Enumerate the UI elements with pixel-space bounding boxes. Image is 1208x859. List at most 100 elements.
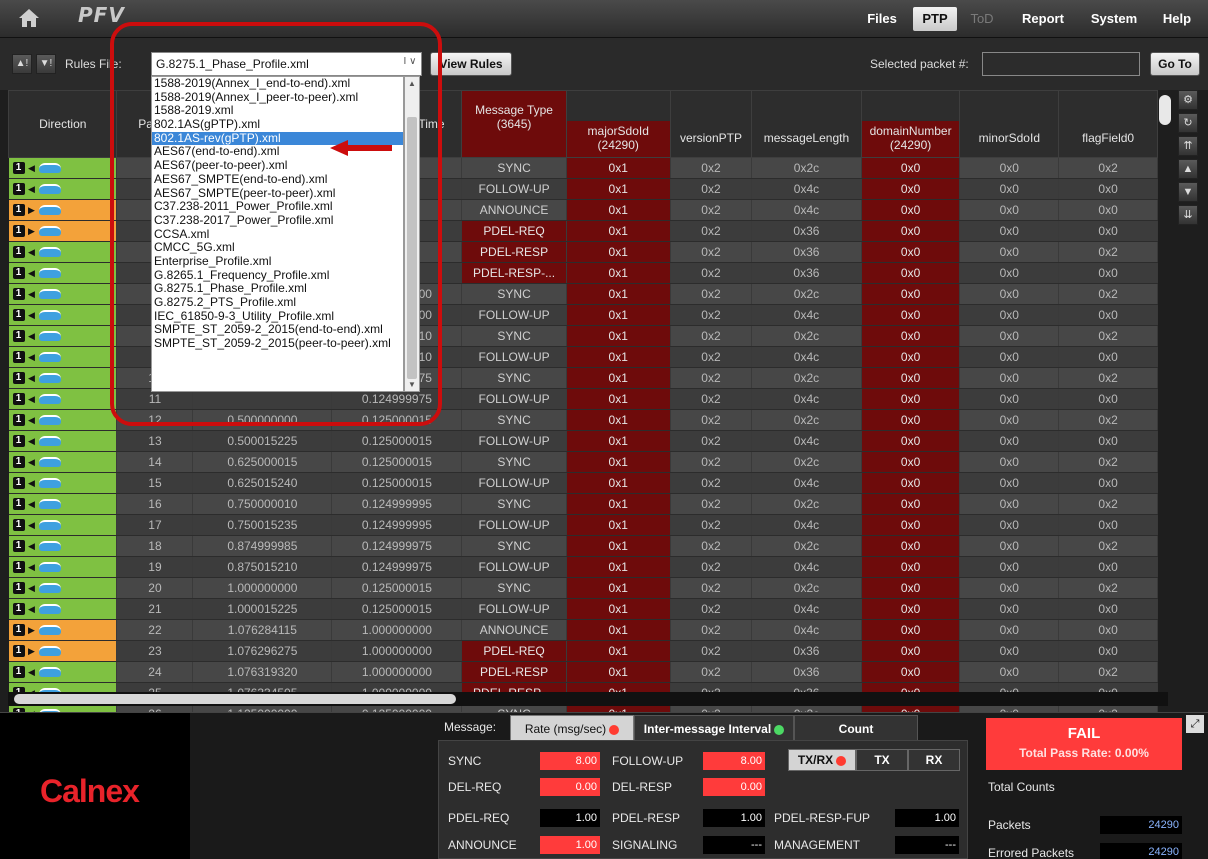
majorsdoid-cell: 0x1 (566, 241, 671, 263)
minorsdoid-cell: 0x0 (959, 367, 1060, 389)
menu-report[interactable]: Report (1010, 7, 1076, 31)
rx-button[interactable]: RX (908, 749, 960, 771)
message-type: FOLLOW-UP (461, 388, 567, 410)
messagelength-cell: 0x36 (751, 220, 862, 242)
messagelength-cell: 0x2c (751, 367, 862, 389)
scroll-top-icon[interactable]: ⇈ (1178, 136, 1198, 156)
direction-cell: 1◀ (8, 430, 118, 452)
column-settings-icon[interactable]: ⚙ (1178, 90, 1198, 110)
table-row[interactable]: 1 ▶ 23 1.076296275 1.000000000 PDEL-REQ 0x1 0x2… (8, 640, 1158, 662)
message-type: FOLLOW-UP (461, 346, 567, 368)
expand-icon[interactable]: ⤢ (1186, 715, 1204, 733)
header-flagfield0[interactable]: flagField0 (1058, 90, 1158, 158)
header-message-type-count: (3645) (496, 117, 532, 131)
header-domainnumber-count: (24290) (889, 138, 932, 152)
table-row[interactable]: 1 ◀ 17 0.750015235 0.124999995 FOLLOW-UP 0x1 0x… (8, 514, 1158, 536)
table-row[interactable]: 1 ◀ 20 1.000000000 0.125000015 SYNC 0x1 0x2 0x2c… (8, 577, 1158, 599)
inter-message-time: 0.125000015 (331, 577, 463, 599)
header-majorsdoid[interactable]: majorSdoId (24290) (565, 90, 671, 158)
signaling-rate: --- (703, 836, 765, 854)
direction-cell: 1◀ (8, 535, 118, 557)
pdelreq-label: PDEL-REQ (448, 811, 510, 825)
network-cloud-icon (38, 646, 61, 656)
tab-inter-message-interval[interactable]: Inter-message Interval (634, 715, 794, 741)
selected-packet-input[interactable] (982, 52, 1140, 76)
menu-files[interactable]: Files (858, 7, 906, 31)
header-versionptp[interactable]: versionPTP (669, 90, 753, 158)
refresh-icon[interactable]: ↻ (1178, 113, 1198, 133)
view-rules-button[interactable]: View Rules (430, 52, 512, 76)
message-type: FOLLOW-UP (461, 514, 567, 536)
direction-arrow-icon: ▶ (28, 624, 35, 635)
menu-help[interactable]: Help (1152, 7, 1202, 31)
tx-button[interactable]: TX (856, 749, 908, 771)
versionptp-cell: 0x2 (670, 388, 753, 410)
txrx-button[interactable]: TX/RX (788, 749, 856, 771)
port-number-icon: 1 (12, 624, 25, 636)
table-row[interactable]: 1 ◀ 18 0.874999985 0.124999975 SYNC 0x1 0x2 0x2c… (8, 535, 1158, 557)
majorsdoid-cell: 0x1 (566, 304, 671, 326)
go-to-button[interactable]: Go To (1150, 52, 1200, 76)
scroll-down-icon[interactable]: ▼ (1178, 182, 1198, 202)
message-type: SYNC (461, 367, 567, 389)
table-row[interactable]: 1 ◀ 13 0.500015225 0.125000015 FOLLOW-UP 0x1 0x… (8, 430, 1158, 452)
scroll-up-icon[interactable]: ▲ (1178, 159, 1198, 179)
direction-cell: 1◀ (8, 325, 118, 347)
packet-time: 0.500015225 (192, 430, 333, 452)
table-row[interactable]: 1 ◀ 19 0.875015210 0.124999975 FOLLOW-UP 0x1 0x… (8, 556, 1158, 578)
menu-system[interactable]: System (1080, 7, 1148, 31)
management-rate: --- (895, 836, 959, 854)
messagelength-cell: 0x4c (751, 514, 862, 536)
header-messagelength[interactable]: messageLength (751, 90, 862, 158)
minorsdoid-cell: 0x0 (959, 451, 1060, 473)
table-row[interactable]: 1 ◀ 16 0.750000010 0.124999995 SYNC 0x1 0x2 0x2c… (8, 493, 1158, 515)
network-cloud-icon (38, 373, 61, 383)
flagfield0-cell: 0x0 (1058, 220, 1158, 242)
port-number-icon: 1 (12, 603, 25, 615)
header-domainnumber[interactable]: domainNumber (24290) (860, 90, 961, 158)
table-row[interactable]: 1 ◀ 21 1.000015225 0.125000015 FOLLOW-UP 0x1 0x… (8, 598, 1158, 620)
table-row[interactable]: 1 ▶ 22 1.076284115 1.000000000 ANNOUNCE 0x1 0x2… (8, 619, 1158, 641)
prev-error-button[interactable]: ▲! (12, 54, 32, 74)
vertical-scrollbar[interactable] (1159, 95, 1171, 125)
next-error-button[interactable]: ▼! (36, 54, 56, 74)
packet-number: 19 (116, 556, 194, 578)
flagfield0-cell: 0x2 (1058, 577, 1158, 599)
flagfield0-cell: 0x0 (1058, 430, 1158, 452)
table-row[interactable]: 1 ◀ 15 0.625015240 0.125000015 FOLLOW-UP 0x1 0x… (8, 472, 1158, 494)
direction-cell: 1 ▶ (8, 619, 118, 641)
direction-cell: 1◀ (8, 241, 118, 263)
messagelength-cell: 0x2c (751, 577, 862, 599)
port-number-icon: 1 (12, 246, 25, 258)
minorsdoid-cell: 0x0 (959, 262, 1060, 284)
versionptp-cell: 0x2 (670, 430, 753, 452)
message-type: PDEL-REQ (461, 640, 567, 662)
tab-count[interactable]: Count (794, 715, 918, 741)
pdelresp-rate: 1.00 (703, 809, 765, 827)
header-domainnumber-label: domainNumber (869, 124, 952, 138)
header-direction[interactable]: Direction (7, 90, 118, 158)
majorsdoid-cell: 0x1 (566, 514, 671, 536)
domainnumber-cell: 0x0 (861, 157, 961, 179)
packet-number: 18 (116, 535, 194, 557)
messagelength-cell: 0x36 (751, 661, 862, 683)
majorsdoid-cell: 0x1 (566, 367, 671, 389)
tab-rate[interactable]: Rate (msg/sec) (510, 715, 634, 741)
header-minorsdoid[interactable]: minorSdoId (959, 90, 1060, 158)
port-number-icon: 1 (12, 225, 25, 237)
horizontal-scrollbar[interactable] (14, 694, 456, 704)
network-cloud-icon (38, 436, 61, 446)
message-label: Message: (444, 720, 497, 734)
scroll-bottom-icon[interactable]: ⇊ (1178, 205, 1198, 225)
home-icon[interactable] (18, 8, 40, 28)
packet-time: 0.625000015 (192, 451, 333, 473)
direction-cell: 1◀ (8, 514, 118, 536)
network-cloud-icon (38, 457, 61, 467)
table-row[interactable]: 1 ◀ 24 1.076319320 1.000000000 PDEL-RESP 0x1 0x… (8, 661, 1158, 683)
port-number-icon: 1 (12, 645, 25, 657)
direction-arrow-icon: ◀ (28, 666, 35, 677)
header-message-type[interactable]: Message Type (3645) (461, 90, 567, 158)
message-type: SYNC (461, 577, 567, 599)
menu-ptp[interactable]: PTP (913, 7, 957, 31)
table-row[interactable]: 1 ◀ 14 0.625000015 0.125000015 SYNC 0x1 0x2 0x2c… (8, 451, 1158, 473)
